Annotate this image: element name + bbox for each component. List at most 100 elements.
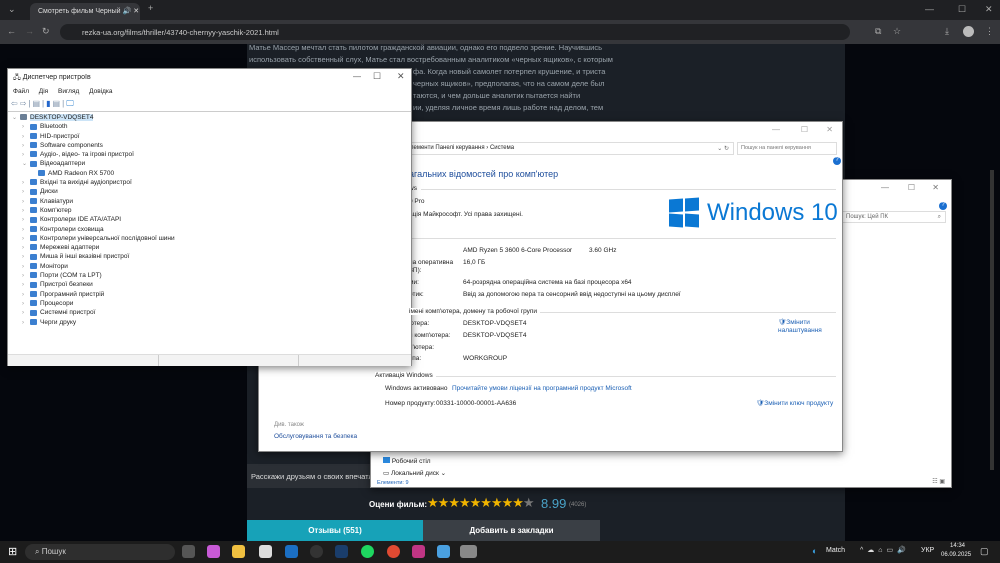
weather-widget[interactable]: Match (826, 547, 845, 554)
explorer-search-input[interactable]: Пошук: Цей ПК ⌕ (841, 211, 946, 223)
tab-close-icon[interactable]: ✕ (133, 8, 139, 15)
forward-icon[interactable]: → (25, 26, 34, 36)
maximize-icon[interactable]: ☐ (908, 183, 915, 192)
taskbar-search[interactable]: ⌕ Пошук (25, 544, 175, 560)
avatar[interactable] (963, 26, 974, 37)
security-maintenance-link[interactable]: Обслуговування та безпека (274, 433, 357, 440)
tree-item[interactable]: ⌄ Відеоадаптери (12, 159, 175, 168)
clock-time[interactable]: 14:34 (950, 543, 965, 549)
tree-item[interactable]: › Аудіо-, відео- та ігрові пристрої (12, 150, 175, 159)
tree-item[interactable]: › Монітори (12, 262, 175, 271)
tree-item[interactable]: › Мережеві адаптери (12, 243, 175, 252)
browser-tab[interactable]: Смотреть фильм Черный 🔊 ✕ (30, 3, 140, 20)
chrome-icon[interactable] (387, 545, 400, 558)
minimize-icon[interactable]: — (353, 72, 361, 81)
language-indicator[interactable]: УКР (921, 547, 934, 554)
reload-icon[interactable]: ↻ (42, 26, 50, 37)
tree-item[interactable]: › HID-пристрої (12, 132, 175, 141)
app-icon[interactable] (310, 545, 323, 558)
tab-list-icon[interactable]: ⌄ (8, 4, 16, 15)
tree-item[interactable]: › Клавіатури (12, 197, 175, 206)
page-scrollbar[interactable] (990, 170, 994, 470)
url-input[interactable]: rezka-ua.org/films/thriller/43740-cherny… (60, 24, 850, 40)
instagram-icon[interactable] (412, 545, 425, 558)
tree-item[interactable]: › Контролери сховища (12, 225, 175, 234)
store-icon[interactable] (259, 545, 272, 558)
view-toggle-icons[interactable]: ☷ ▣ (932, 478, 945, 485)
rating-star[interactable]: ★ (459, 495, 471, 510)
minimize-icon[interactable]: — (772, 125, 780, 134)
rating-star[interactable]: ★ (480, 495, 492, 510)
tree-item[interactable]: › Черги друку (12, 318, 175, 327)
menu-help[interactable]: Довідка (89, 88, 112, 95)
nav-desktop[interactable]: Робочий стіл (383, 457, 431, 465)
close-icon[interactable]: ✕ (985, 4, 993, 15)
steam-icon[interactable] (335, 545, 348, 558)
tree-item[interactable]: › Контролери IDE ATA/ATAPI (12, 215, 175, 224)
minimize-icon[interactable]: — (881, 183, 889, 192)
rating-star[interactable]: ★ (448, 495, 460, 510)
tree-item[interactable]: › Bluetooth (12, 122, 175, 131)
control-panel-search-input[interactable]: Пошук на панелі керування (737, 142, 837, 155)
tree-item[interactable]: › Миша й інші вказівні пристрої (12, 252, 175, 261)
rating-star[interactable]: ★ (491, 495, 503, 510)
tree-item[interactable]: › Диски (12, 187, 175, 196)
menu-view[interactable]: Вигляд (58, 88, 79, 95)
menu-icon[interactable]: ⋮ (985, 26, 994, 37)
tray-icons[interactable]: ^☁⌂▭🔊 (860, 546, 910, 554)
close-icon[interactable]: ✕ (397, 71, 405, 82)
tree-item[interactable]: › Програмний пристрій (12, 290, 175, 299)
tree-item[interactable]: › Software components (12, 141, 175, 150)
tree-item[interactable]: › Процесори (12, 299, 175, 308)
tree-item[interactable]: › Комп'ютер (12, 206, 175, 215)
tree-item[interactable]: › Контролери універсальної послідовної ши… (12, 234, 175, 243)
start-icon[interactable]: ⊞ (8, 545, 17, 558)
tree-item[interactable]: › Вхідні та вихідні аудіопристрої (12, 178, 175, 187)
minimize-icon[interactable]: — (925, 4, 934, 14)
help-icon[interactable]: ? (939, 202, 947, 210)
bookmark-star-icon[interactable]: ☆ (893, 26, 901, 37)
refresh-icon[interactable]: ⌄ ↻ (717, 145, 729, 152)
new-tab-icon[interactable]: + (148, 3, 153, 13)
bookmark-button[interactable]: Добавить в закладки (423, 520, 600, 541)
menu-file[interactable]: Файл (13, 88, 29, 95)
chevron-down-icon[interactable]: ⌄ (22, 160, 30, 169)
rating-star[interactable]: ★ (470, 495, 482, 510)
properties-icon[interactable]: ▤ (32, 99, 42, 108)
share-prompt[interactable]: Расскажи друзьям о своих впечатл (247, 464, 372, 488)
outlook-icon[interactable] (285, 545, 298, 558)
menu-action[interactable]: Дія (39, 88, 48, 95)
device-tree[interactable]: ⌄ DESKTOP-VDQSET4 › Bluetooth › HID-пристрої… (12, 113, 175, 327)
rating-star[interactable]: ★ (512, 495, 524, 510)
tree-item[interactable]: › Системні пристрої (12, 308, 175, 317)
maximize-icon[interactable]: ☐ (373, 71, 381, 82)
rating-star[interactable]: ★ (427, 495, 439, 510)
close-icon[interactable]: ✕ (932, 183, 939, 192)
tree-item[interactable]: › Порти (COM та LPT) (12, 271, 175, 280)
rating-star[interactable]: ★ (523, 495, 535, 510)
breadcrumb[interactable]: лементи Панелі керування › Система ⌄ ↻ (409, 142, 734, 155)
file-explorer-icon[interactable] (232, 545, 245, 558)
monitor-icon[interactable]: 🖵 (66, 99, 76, 108)
app-icon[interactable] (437, 545, 450, 558)
task-view-icon[interactable] (182, 545, 195, 558)
help-icon[interactable]: ? (833, 157, 841, 165)
back-icon[interactable]: ⇦ (11, 99, 20, 108)
tree-root[interactable]: ⌄ DESKTOP-VDQSET4 (12, 113, 175, 122)
translate-icon[interactable]: ⧉ (875, 26, 881, 37)
audio-icon[interactable]: 🔊 (123, 8, 132, 15)
maximize-icon[interactable]: ☐ (958, 4, 966, 15)
change-key-link[interactable]: 🛡Змінити ключ продукту (756, 399, 833, 407)
maximize-icon[interactable]: ☐ (801, 125, 808, 134)
copilot-icon[interactable] (207, 545, 220, 558)
tree-item[interactable]: AMD Radeon RX 5700 (12, 169, 175, 178)
chevron-right-icon[interactable]: › (22, 319, 30, 328)
rating-stars[interactable]: ★★★★★★★★★★ (427, 495, 535, 511)
clock-date[interactable]: 06.09.2025 (941, 552, 971, 558)
tree-item[interactable]: › Пристрої безпеки (12, 280, 175, 289)
license-link[interactable]: Прочитайте умови ліцензії на програмний … (452, 385, 632, 392)
close-icon[interactable]: ✕ (826, 125, 833, 134)
nav-local-disk[interactable]: ▭ Локальний диск ⌄ (383, 469, 446, 477)
reviews-button[interactable]: Отзывы (551) (247, 520, 423, 541)
back-icon[interactable]: ← (7, 26, 16, 36)
